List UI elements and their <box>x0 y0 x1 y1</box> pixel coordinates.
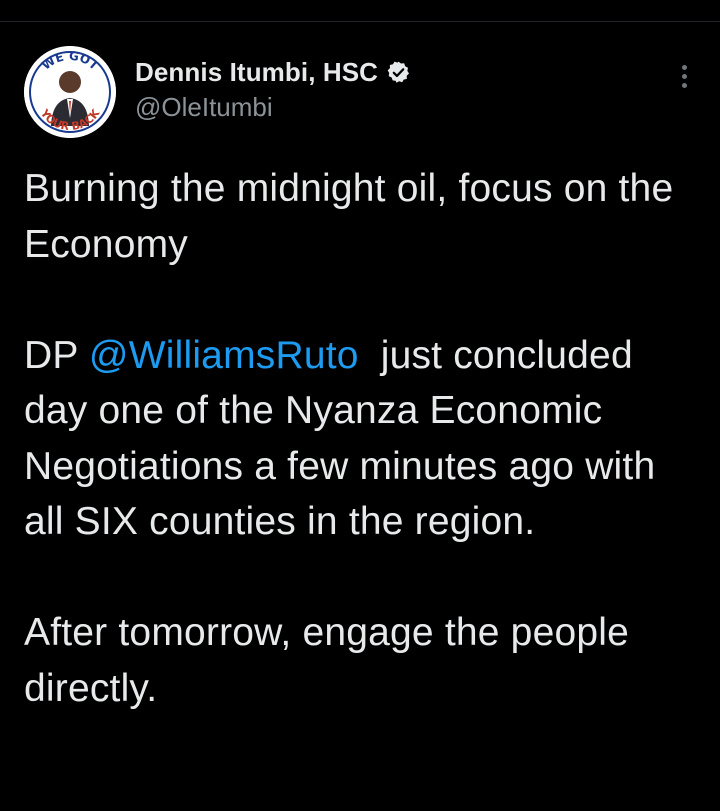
tweet-text: Burning the midnight oil, focus on the E… <box>24 161 696 716</box>
top-divider <box>0 21 720 22</box>
tweet-paragraph-1: Burning the midnight oil, focus on the E… <box>24 167 674 266</box>
tweet-paragraph-3: After tomorrow, engage the people direct… <box>24 611 629 710</box>
more-options-icon[interactable] <box>672 56 696 96</box>
name-row: Dennis Itumbi, HSC <box>135 56 411 88</box>
tweet-paragraph-2: DP @WilliamsRuto just concluded day one … <box>24 328 696 550</box>
author-info: Dennis Itumbi, HSC @OleItumbi <box>135 56 411 123</box>
tweet-header: WE GOT YOUR BACK Dennis Itumbi, HSC @Ole… <box>24 46 696 138</box>
verified-badge-icon <box>386 60 411 85</box>
avatar-image: WE GOT YOUR BACK <box>24 46 116 138</box>
display-name[interactable]: Dennis Itumbi, HSC <box>135 57 378 88</box>
user-handle[interactable]: @OleItumbi <box>135 92 411 123</box>
more-dot <box>681 73 687 79</box>
tweet-text-prefix: DP <box>24 333 89 377</box>
mention-link[interactable]: @WilliamsRuto <box>89 334 359 377</box>
more-dot <box>681 64 687 70</box>
more-dot <box>681 82 687 88</box>
avatar[interactable]: WE GOT YOUR BACK <box>24 46 116 138</box>
